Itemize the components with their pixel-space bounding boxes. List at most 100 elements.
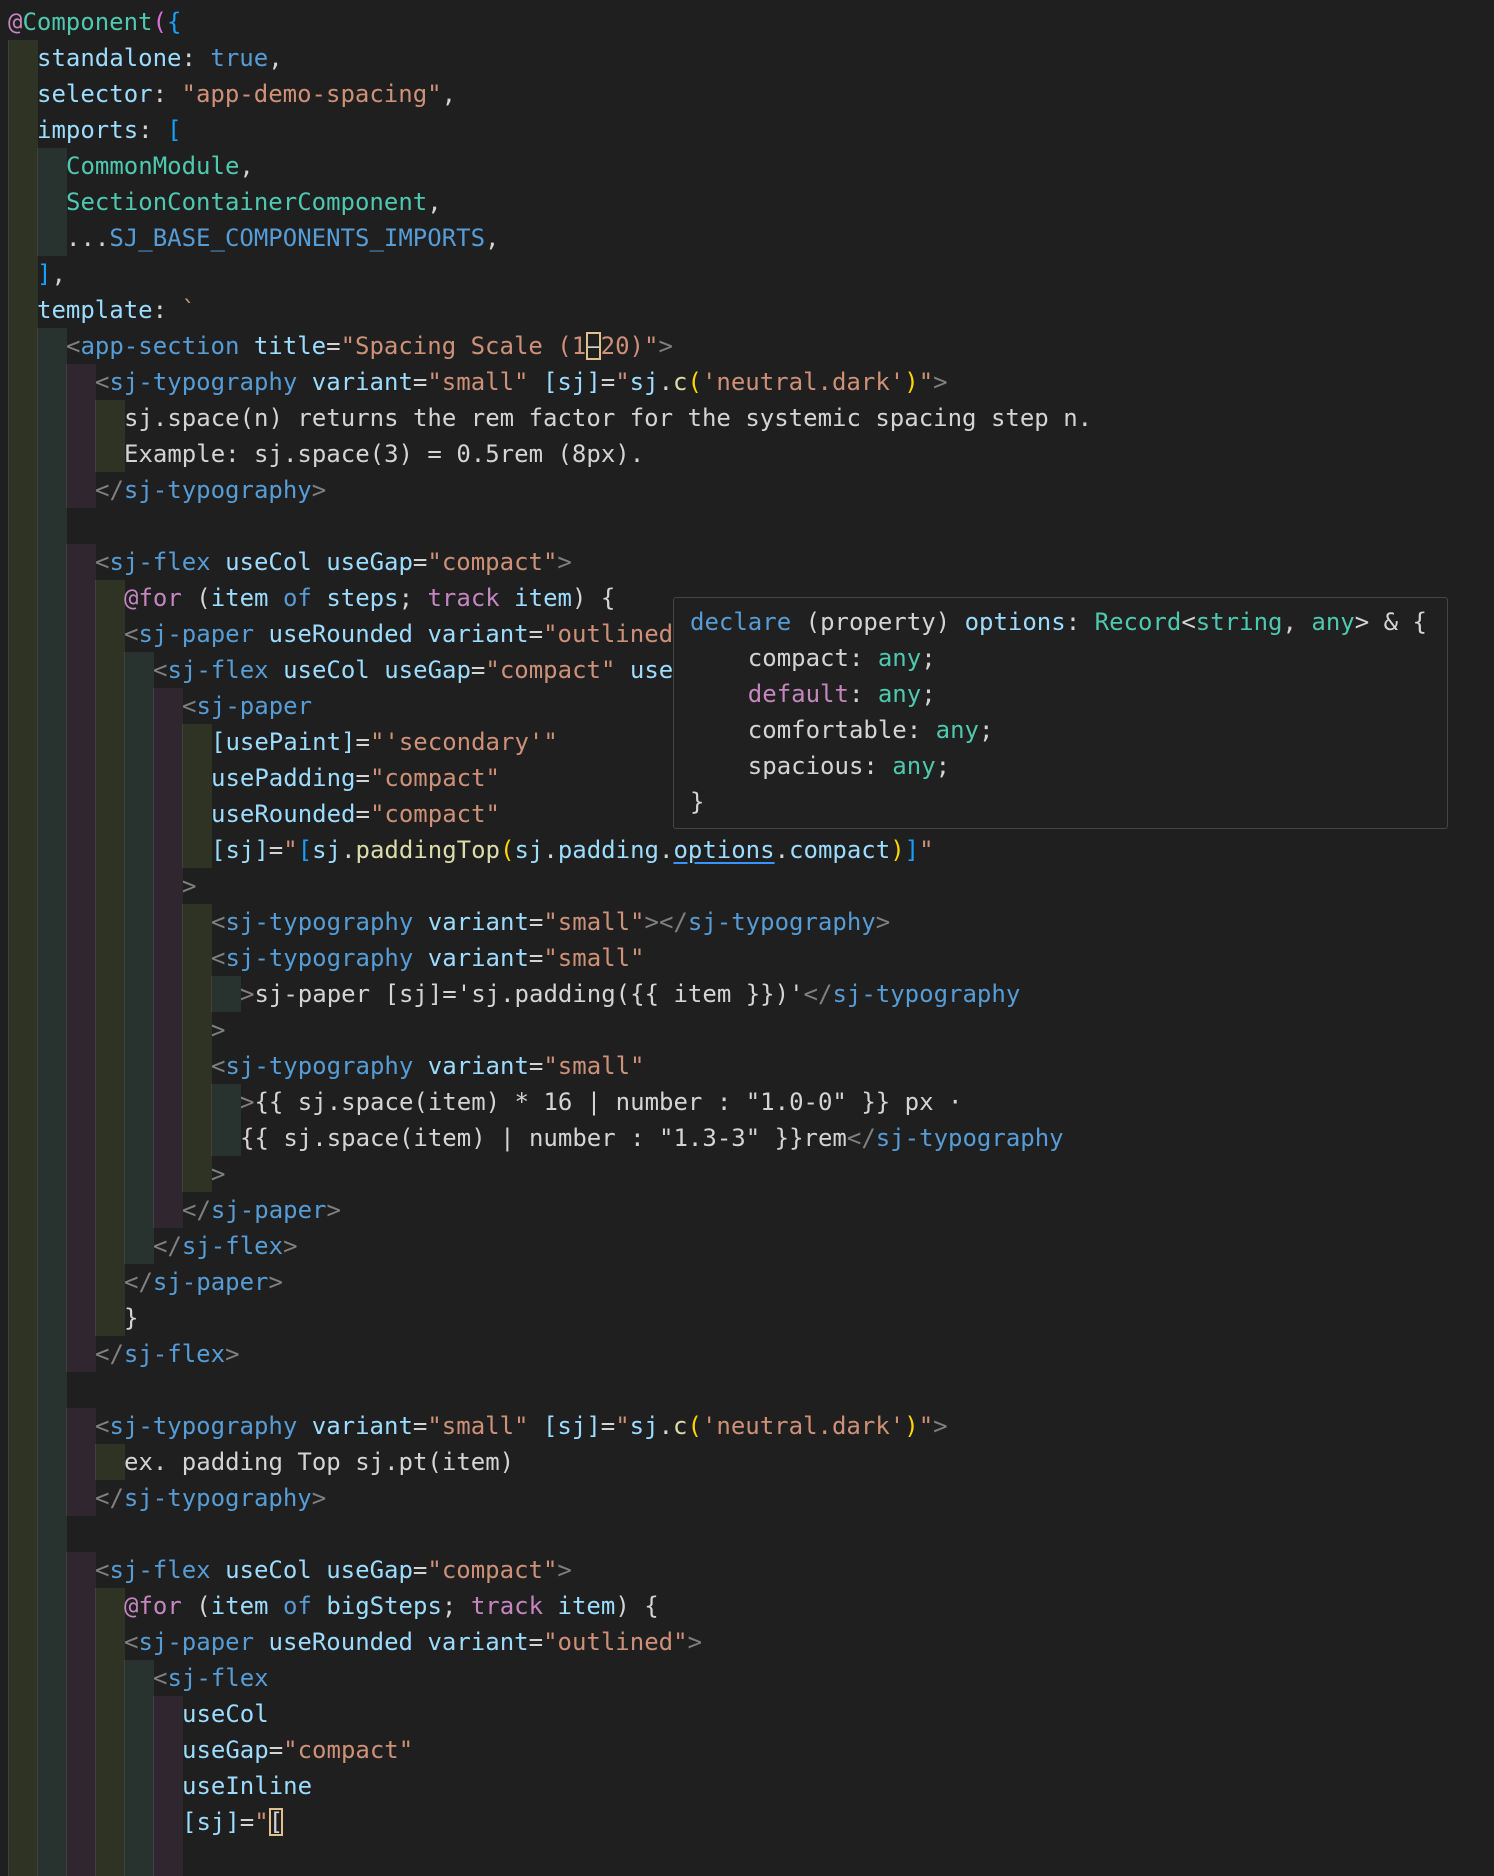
code-line[interactable]: useGap="compact" bbox=[0, 1732, 1494, 1768]
code-line[interactable]: <sj-typography variant="small" [sj]="sj.… bbox=[0, 364, 1494, 400]
code-text: </sj-typography> bbox=[95, 472, 326, 508]
code-token: sj-paper bbox=[210, 1196, 327, 1224]
code-line[interactable]: </sj-typography> bbox=[0, 1480, 1494, 1516]
code-line[interactable]: </sj-paper> bbox=[0, 1264, 1494, 1300]
code-line[interactable]: useInline bbox=[0, 1768, 1494, 1804]
indent-guide bbox=[8, 148, 38, 184]
code-token: : bbox=[152, 296, 182, 324]
code-line[interactable]: <sj-flex bbox=[0, 1660, 1494, 1696]
code-line[interactable]: >sj-paper [sj]='sj.padding({{ item }})'<… bbox=[0, 976, 1494, 1012]
code-token: sj-paper bbox=[196, 692, 313, 720]
code-line[interactable]: >{{ sj.space(item) * 16 | number : "1.0-… bbox=[0, 1084, 1494, 1120]
code-token: ... bbox=[66, 224, 110, 252]
code-line[interactable]: sj.space(n) returns the rem factor for t… bbox=[0, 400, 1494, 436]
code-line[interactable]: <sj-typography variant="small" [sj]="sj.… bbox=[0, 1408, 1494, 1444]
indent-guide bbox=[8, 400, 38, 436]
code-line[interactable]: selector: "app-demo-spacing", bbox=[0, 76, 1494, 112]
code-line[interactable]: @Component({ bbox=[0, 4, 1494, 40]
code-line[interactable]: } bbox=[0, 1300, 1494, 1336]
code-token: ] bbox=[37, 260, 52, 288]
code-text: Example: sj.space(3) = 0.5rem (8px). bbox=[124, 436, 644, 472]
indent-guide bbox=[37, 1660, 67, 1696]
code-line[interactable]: {{ sj.space(item) | number : "1.3-3" }}r… bbox=[0, 1120, 1494, 1156]
code-text: sj.space(n) returns the rem factor for t… bbox=[124, 400, 1092, 436]
code-line[interactable]: imports: [ bbox=[0, 112, 1494, 148]
code-token: useCol bbox=[225, 1556, 312, 1584]
code-token: > bbox=[557, 1556, 572, 1584]
code-line[interactable]: [sj]="[ bbox=[0, 1804, 1494, 1840]
indent-guide bbox=[66, 1660, 96, 1696]
indent-guide bbox=[8, 1480, 38, 1516]
code-line[interactable]: <sj-typography variant="small"></sj-typo… bbox=[0, 904, 1494, 940]
indent-guide bbox=[153, 1012, 183, 1048]
code-line[interactable]: > bbox=[0, 868, 1494, 904]
code-line[interactable]: Example: sj.space(3) = 0.5rem (8px). bbox=[0, 436, 1494, 472]
code-token: > bbox=[240, 980, 255, 1008]
indent-guide bbox=[8, 832, 38, 868]
code-line[interactable]: <sj-typography variant="small" bbox=[0, 1048, 1494, 1084]
code-token: "small" bbox=[427, 1412, 529, 1440]
code-line[interactable]: @for (item of bigSteps; track item) { bbox=[0, 1588, 1494, 1624]
indent-guide bbox=[8, 1732, 38, 1768]
code-token: = bbox=[355, 728, 370, 756]
code-line[interactable]: > bbox=[0, 1012, 1494, 1048]
code-token: " bbox=[254, 1808, 269, 1836]
code-token: sj-flex bbox=[123, 1340, 226, 1368]
code-line[interactable]: <sj-typography variant="small" bbox=[0, 940, 1494, 976]
code-line[interactable]: useCol bbox=[0, 1696, 1494, 1732]
code-token: "app-demo-spacing" bbox=[181, 80, 442, 108]
code-token: > bbox=[225, 1340, 240, 1368]
indent-guide bbox=[95, 1012, 125, 1048]
indent-guide bbox=[95, 1696, 125, 1732]
code-line[interactable]: <sj-flex useCol useGap="compact"> bbox=[0, 1552, 1494, 1588]
code-line[interactable]: <sj-flex useCol useGap="compact"> bbox=[0, 544, 1494, 580]
code-line[interactable] bbox=[0, 1840, 1494, 1876]
code-line[interactable]: [sj]="[sj.paddingTop(sj.padding.options.… bbox=[0, 832, 1494, 868]
code-token: template bbox=[37, 296, 153, 324]
code-line[interactable]: ...SJ_BASE_COMPONENTS_IMPORTS, bbox=[0, 220, 1494, 256]
indent-guide bbox=[95, 1588, 125, 1624]
code-line[interactable]: standalone: true, bbox=[0, 40, 1494, 76]
code-line[interactable]: > bbox=[0, 1156, 1494, 1192]
code-token: sj-paper [sj]='sj.padding({{ item }})' bbox=[254, 980, 804, 1008]
code-token: useRounded bbox=[211, 800, 356, 828]
code-token: "compact" bbox=[283, 1736, 414, 1764]
indent-guide bbox=[124, 1804, 154, 1840]
code-line[interactable]: template: ` bbox=[0, 292, 1494, 328]
code-line[interactable]: CommonModule, bbox=[0, 148, 1494, 184]
code-token: padding bbox=[557, 836, 659, 864]
code-line[interactable]: <sj-paper useRounded variant="outlined"> bbox=[0, 1624, 1494, 1660]
code-line[interactable]: </sj-paper> bbox=[0, 1192, 1494, 1228]
code-text: <sj-typography variant="small" bbox=[211, 1048, 645, 1084]
indent-guide bbox=[8, 472, 38, 508]
code-token: ` bbox=[181, 296, 196, 324]
code-line[interactable]: ex. padding Top sj.pt(item) bbox=[0, 1444, 1494, 1480]
code-line[interactable]: </sj-typography> bbox=[0, 472, 1494, 508]
indent-guide bbox=[95, 760, 125, 796]
code-token: sj bbox=[312, 836, 342, 864]
indent-guide bbox=[66, 436, 96, 472]
indent-guide bbox=[66, 724, 96, 760]
code-line[interactable]: </sj-flex> bbox=[0, 1228, 1494, 1264]
code-line[interactable]: SectionContainerComponent, bbox=[0, 184, 1494, 220]
indent-guide bbox=[37, 832, 67, 868]
code-line[interactable]: </sj-flex> bbox=[0, 1336, 1494, 1372]
code-line[interactable]: ], bbox=[0, 256, 1494, 292]
code-token: "compact" bbox=[369, 764, 500, 792]
code-line[interactable] bbox=[0, 1516, 1494, 1552]
code-editor[interactable]: @Component({standalone: true, selector: "… bbox=[0, 0, 1494, 1876]
code-line[interactable]: <app-section title="Spacing Scale (1–20)… bbox=[0, 328, 1494, 364]
code-token: useRounded bbox=[268, 620, 414, 648]
indent-guide bbox=[37, 1120, 67, 1156]
indent-guide bbox=[37, 400, 67, 436]
code-line[interactable] bbox=[0, 508, 1494, 544]
code-line[interactable] bbox=[0, 1372, 1494, 1408]
hover-token: any bbox=[1311, 608, 1355, 636]
indent-guide bbox=[8, 1048, 38, 1084]
hover-token: any bbox=[935, 716, 980, 744]
code-token: " bbox=[918, 368, 934, 396]
